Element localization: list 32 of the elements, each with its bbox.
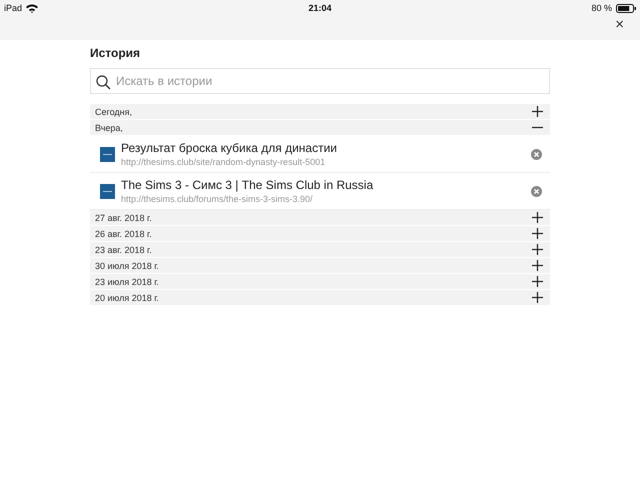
history-entry-url: http://thesims.club/site/random-dynasty-result-5001 xyxy=(121,157,326,167)
date-group-header[interactable]: 23 июля 2018 г. xyxy=(90,274,550,290)
device-name: iPad xyxy=(4,3,22,13)
wifi-icon xyxy=(26,4,38,12)
date-group-header[interactable]: 27 авг. 2018 г. xyxy=(90,210,550,226)
site-favicon-icon xyxy=(100,146,115,162)
close-button[interactable]: × xyxy=(613,16,626,34)
remove-icon[interactable] xyxy=(531,186,542,196)
expand-icon xyxy=(532,212,543,223)
history-entry-title[interactable]: The Sims 3 - Симс 3 | The Sims Club in Russia xyxy=(121,178,525,192)
battery-percent: 80 % xyxy=(591,3,612,13)
date-group-header[interactable]: 23 авг. 2018 г. xyxy=(90,242,550,258)
date-group-header[interactable]: 20 июля 2018 г. xyxy=(90,290,550,306)
battery-icon xyxy=(616,4,636,12)
remove-icon[interactable] xyxy=(531,148,542,160)
date-group-header[interactable]: 26 авг. 2018 г. xyxy=(90,226,550,242)
date-group-header[interactable]: 30 июля 2018 г. xyxy=(90,258,550,274)
expand-icon xyxy=(532,228,543,239)
expand-icon xyxy=(532,106,543,117)
history-entry-url: http://thesims.club/forums/the-sims-3-sims-3.90/ xyxy=(121,194,314,204)
expand-icon xyxy=(532,276,543,287)
site-favicon-icon xyxy=(100,184,115,198)
date-group-header[interactable]: Вчера, xyxy=(90,120,550,136)
history-entry-title[interactable]: Результат броска кубика для династии xyxy=(121,141,525,155)
search-icon xyxy=(96,75,111,90)
expand-icon xyxy=(532,260,543,271)
expand-icon xyxy=(532,244,543,255)
date-group-header[interactable]: Сегодня, xyxy=(90,104,550,120)
status-time: 21:04 xyxy=(308,3,332,13)
page-title: История xyxy=(90,46,142,60)
expand-icon xyxy=(532,292,543,303)
search-field[interactable]: Искать в истории xyxy=(90,68,550,94)
